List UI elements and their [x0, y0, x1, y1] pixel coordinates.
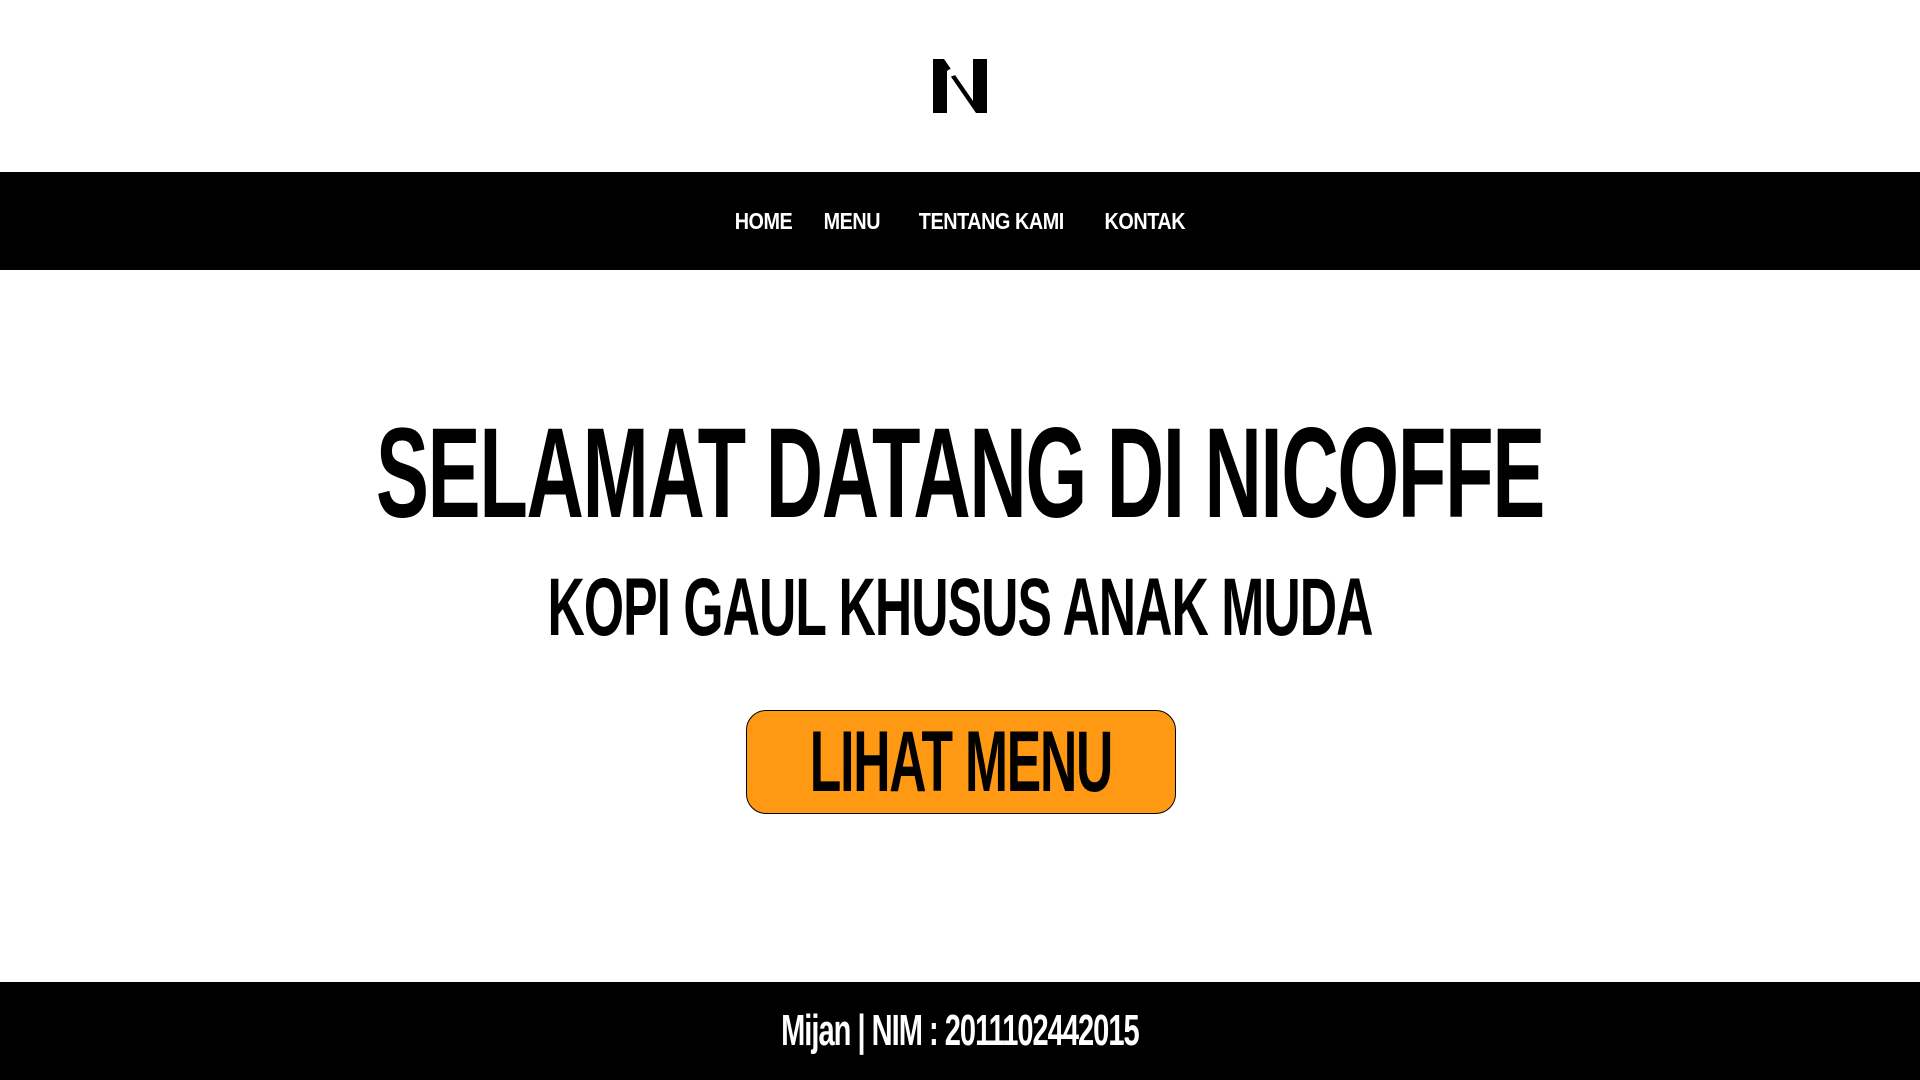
view-menu-button-label: LIHAT MENU	[809, 714, 1114, 810]
hero-subtitle: KOPI GAUL KHUSUS ANAK MUDA	[547, 562, 1374, 653]
hero-title: SELAMAT DATANG DI NICOFFE	[375, 402, 1545, 545]
main-navigation: HOME MENU TENTANG KAMI KONTAK	[0, 172, 1920, 270]
footer: Mijan | NIM : 2011102442015	[0, 982, 1920, 1080]
nav-link-menu[interactable]: MENU	[824, 208, 881, 235]
logo-header	[0, 0, 1920, 172]
nav-link-home[interactable]: HOME	[735, 208, 793, 235]
nav-links: HOME MENU TENTANG KAMI KONTAK	[730, 208, 1191, 235]
view-menu-button[interactable]: LIHAT MENU	[746, 710, 1176, 814]
nav-link-kontak[interactable]: KONTAK	[1104, 208, 1185, 235]
nicoffe-logo-icon[interactable]	[933, 59, 987, 113]
nav-link-tentang-kami[interactable]: TENTANG KAMI	[919, 208, 1064, 235]
landing-page: HOME MENU TENTANG KAMI KONTAK SELAMAT DA…	[0, 0, 1920, 1080]
footer-credit: Mijan | NIM : 2011102442015	[781, 1006, 1140, 1055]
hero-section: SELAMAT DATANG DI NICOFFE KOPI GAUL KHUS…	[0, 270, 1920, 982]
